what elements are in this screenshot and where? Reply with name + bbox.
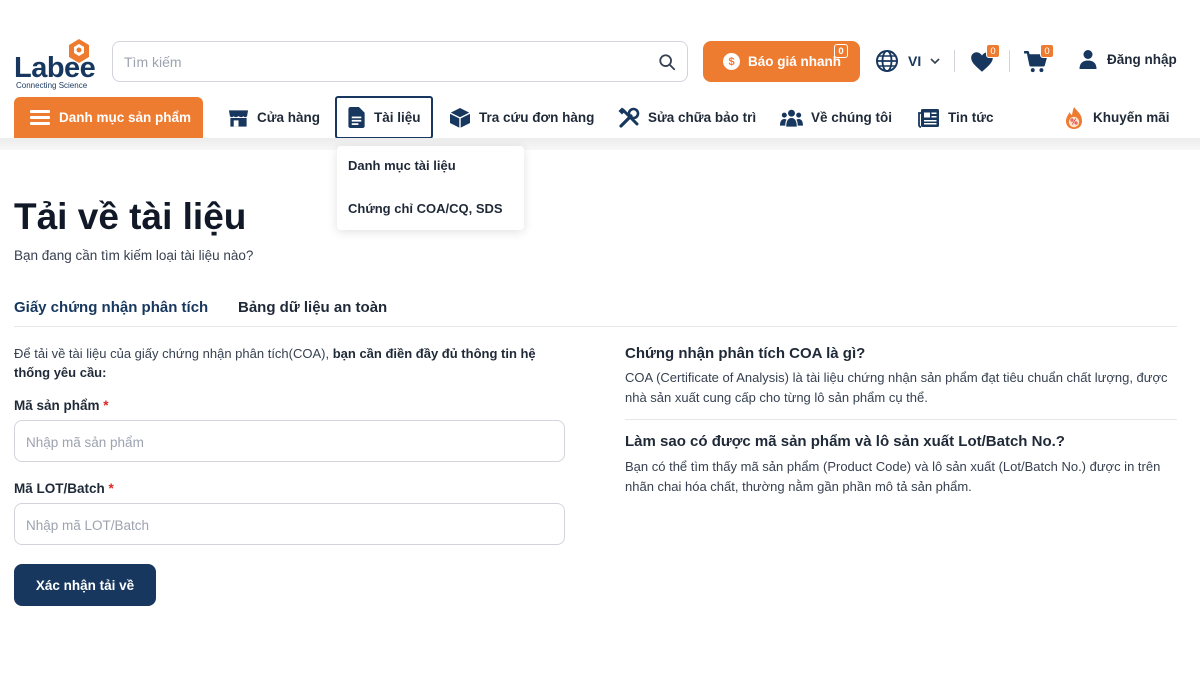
nav-item-store[interactable]: Cửa hàng bbox=[228, 97, 320, 138]
search-bar bbox=[112, 41, 688, 82]
nav-label: Cửa hàng bbox=[257, 110, 321, 125]
product-code-field bbox=[14, 420, 565, 462]
confirm-download-button[interactable]: Xác nhận tải về bbox=[14, 564, 156, 606]
documents-dropdown-menu: Danh mục tài liệu Chứng chỉ COA/CQ, SDS bbox=[337, 146, 524, 230]
document-icon bbox=[348, 107, 365, 128]
cart-count-badge: 0 bbox=[1040, 44, 1054, 58]
chevron-down-icon bbox=[930, 58, 940, 65]
promo-icon: % bbox=[1066, 106, 1082, 129]
lot-batch-field bbox=[14, 503, 565, 545]
user-icon bbox=[1079, 50, 1097, 69]
site-header: Labee Connecting Science $ Báo giá nhanh… bbox=[0, 0, 1200, 139]
dollar-icon: $ bbox=[723, 53, 740, 70]
nav-label: Sửa chữa bảo trì bbox=[648, 110, 757, 125]
faq-answer: Bạn có thể tìm thấy mã sản phẩm (Product… bbox=[625, 459, 1161, 494]
tab-certificate-of-analysis[interactable]: Giấy chứng nhận phân tích bbox=[14, 299, 208, 316]
dropdown-item-coa-cq-sds[interactable]: Chứng chỉ COA/CQ, SDS bbox=[348, 201, 503, 216]
lot-batch-label: Mã LOT/Batch * bbox=[14, 481, 114, 496]
instructions-text: Để tải về tài liệu của giấy chứng nhận p… bbox=[14, 346, 333, 361]
faq-answer: COA (Certificate of Analysis) là tài liệ… bbox=[625, 370, 1168, 405]
quote-count-badge: 0 bbox=[834, 44, 848, 58]
nav-item-repair[interactable]: Sửa chữa bảo trì bbox=[618, 97, 756, 138]
nav-item-promotions[interactable]: % Khuyến mãi bbox=[1063, 97, 1170, 138]
required-mark: * bbox=[108, 481, 114, 496]
tabs-divider bbox=[14, 326, 1177, 327]
faq-question: Làm sao có được mã sản phẩm và lô sản xu… bbox=[625, 433, 1065, 450]
lot-batch-label-text: Mã LOT/Batch bbox=[14, 481, 105, 496]
nav-item-news[interactable]: Tin tức bbox=[918, 97, 994, 138]
svg-text:%: % bbox=[1070, 117, 1078, 126]
quick-quote-button[interactable]: $ Báo giá nhanh 0 bbox=[703, 41, 860, 82]
nav-label: Tài liệu bbox=[374, 110, 421, 125]
product-code-label: Mã sản phẩm * bbox=[14, 398, 109, 413]
store-icon bbox=[228, 109, 249, 127]
search-icon[interactable] bbox=[658, 53, 676, 71]
nav-label: Khuyến mãi bbox=[1093, 110, 1170, 125]
header-divider bbox=[1009, 50, 1010, 72]
people-icon bbox=[780, 109, 803, 127]
nav-item-about-us[interactable]: Về chúng tôi bbox=[780, 97, 892, 138]
product-code-input[interactable] bbox=[26, 431, 546, 453]
header-divider bbox=[954, 50, 955, 72]
language-selector[interactable]: VI bbox=[875, 49, 940, 73]
globe-icon bbox=[876, 50, 898, 72]
product-categories-label: Danh mục sản phẩm bbox=[59, 110, 192, 125]
product-code-label-text: Mã sản phẩm bbox=[14, 398, 100, 413]
wishlist-count-badge: 0 bbox=[986, 44, 1000, 58]
lot-batch-input[interactable] bbox=[26, 514, 546, 536]
faq-question: Chứng nhận phân tích COA là gì? bbox=[625, 345, 866, 362]
nav-item-documents[interactable]: Tài liệu bbox=[335, 96, 433, 139]
faq-divider bbox=[625, 419, 1177, 420]
tab-safety-data-sheet[interactable]: Bảng dữ liệu an toàn bbox=[238, 299, 387, 316]
nav-label: Tin tức bbox=[948, 110, 994, 125]
header-shadow-band bbox=[0, 138, 1200, 150]
quick-quote-label: Báo giá nhanh bbox=[748, 54, 842, 69]
wishlist-button[interactable]: 0 bbox=[969, 44, 1000, 75]
nav-label: Về chúng tôi bbox=[811, 110, 892, 125]
box-icon bbox=[449, 107, 471, 128]
page-subtitle: Bạn đang cần tìm kiếm loại tài liệu nào? bbox=[14, 248, 254, 263]
menu-icon bbox=[30, 107, 50, 129]
login-link[interactable]: Đăng nhập bbox=[1079, 49, 1177, 69]
search-input[interactable] bbox=[124, 51, 644, 73]
form-instructions: Để tải về tài liệu của giấy chứng nhận p… bbox=[14, 344, 574, 382]
login-label: Đăng nhập bbox=[1107, 51, 1177, 67]
product-categories-button[interactable]: Danh mục sản phẩm bbox=[14, 97, 203, 138]
nav-item-order-lookup[interactable]: Tra cứu đơn hàng bbox=[449, 97, 594, 138]
dropdown-item-document-catalog[interactable]: Danh mục tài liệu bbox=[348, 158, 456, 173]
tools-icon bbox=[618, 106, 640, 128]
required-mark: * bbox=[103, 398, 109, 413]
labee-logo[interactable]: Labee Connecting Science bbox=[14, 38, 104, 90]
page-title: Tải về tài liệu bbox=[14, 196, 247, 237]
nav-label: Tra cứu đơn hàng bbox=[479, 110, 595, 125]
cart-button[interactable]: 0 bbox=[1023, 44, 1054, 75]
news-icon bbox=[918, 108, 939, 128]
logo-tagline: Connecting Science bbox=[16, 81, 88, 90]
language-code: VI bbox=[908, 53, 922, 69]
